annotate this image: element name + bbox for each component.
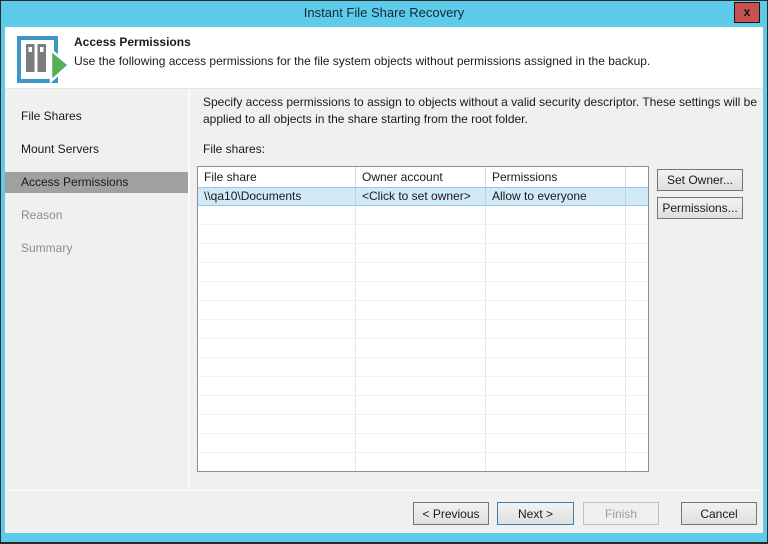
cancel-button[interactable]: Cancel <box>681 502 757 525</box>
file-share-recovery-icon <box>17 36 71 84</box>
wizard-header: Access Permissions Use the following acc… <box>5 27 763 89</box>
table-row-empty <box>198 282 648 301</box>
file-shares-table: File share Owner account Permissions \\q… <box>197 166 649 472</box>
table-row-empty <box>198 301 648 320</box>
column-header-filler <box>626 167 648 187</box>
table-row-selected[interactable]: \\qa10\Documents <Click to set owner> Al… <box>198 187 648 206</box>
table-header-row: File share Owner account Permissions <box>198 167 648 187</box>
table-row-empty <box>198 415 648 434</box>
file-shares-label: File shares: <box>203 142 266 156</box>
table-row-empty <box>198 320 648 339</box>
footer-bar: < Previous Next > Finish Cancel <box>5 490 763 533</box>
next-button[interactable]: Next > <box>497 502 574 525</box>
title-bar[interactable]: Instant File Share Recovery <box>0 0 768 27</box>
sidebar-item-file-shares[interactable]: File Shares <box>5 106 188 127</box>
cell-owner-account[interactable]: <Click to set owner> <box>356 188 486 205</box>
table-row-empty <box>198 396 648 415</box>
table-row-empty <box>198 225 648 244</box>
table-row-empty <box>198 434 648 453</box>
previous-button[interactable]: < Previous <box>413 502 489 525</box>
close-icon: x <box>743 4 751 19</box>
sidebar-item-access-permissions[interactable]: Access Permissions <box>5 172 188 193</box>
finish-button: Finish <box>583 502 659 525</box>
column-header-file-share[interactable]: File share <box>198 167 356 187</box>
cell-filler <box>626 188 648 205</box>
table-row-empty <box>198 358 648 377</box>
column-header-permissions[interactable]: Permissions <box>486 167 626 187</box>
sidebar-item-mount-servers[interactable]: Mount Servers <box>5 139 188 160</box>
permissions-button[interactable]: Permissions... <box>657 197 743 219</box>
table-row-empty <box>198 244 648 263</box>
table-row-empty <box>198 339 648 358</box>
table-empty-rows <box>198 206 648 471</box>
set-owner-button[interactable]: Set Owner... <box>657 169 743 191</box>
main-panel: Specify access permissions to assign to … <box>190 89 763 490</box>
wizard-window: Instant File Share Recovery x Access Per… <box>0 0 768 544</box>
cell-file-share[interactable]: \\qa10\Documents <box>198 188 356 205</box>
sidebar-item-summary: Summary <box>21 241 73 255</box>
table-row-empty <box>198 263 648 282</box>
close-button[interactable]: x <box>734 2 760 23</box>
cell-permissions[interactable]: Allow to everyone <box>486 188 626 205</box>
step-description: Use the following access permissions for… <box>74 54 651 68</box>
column-header-owner-account[interactable]: Owner account <box>356 167 486 187</box>
window-title: Instant File Share Recovery <box>303 5 465 20</box>
wizard-steps-sidebar: File Shares Mount Servers Access Permiss… <box>5 89 188 490</box>
step-title: Access Permissions <box>74 35 191 49</box>
table-row-empty <box>198 453 648 471</box>
table-row-empty <box>198 206 648 225</box>
sidebar-item-reason: Reason <box>21 208 63 222</box>
table-row-empty <box>198 377 648 396</box>
instruction-text: Specify access permissions to assign to … <box>203 95 758 126</box>
